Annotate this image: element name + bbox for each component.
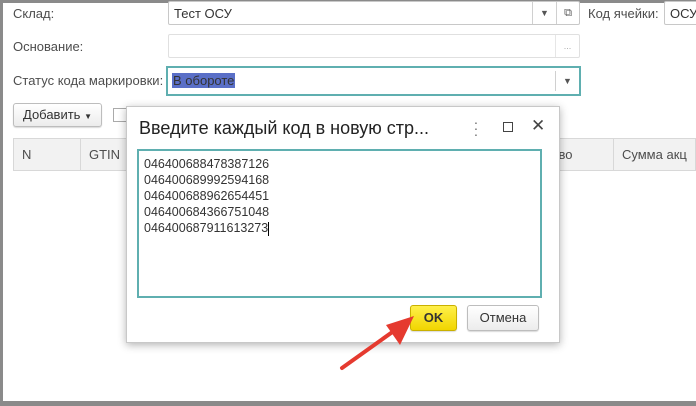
red-arrow-annotation: [340, 316, 414, 370]
